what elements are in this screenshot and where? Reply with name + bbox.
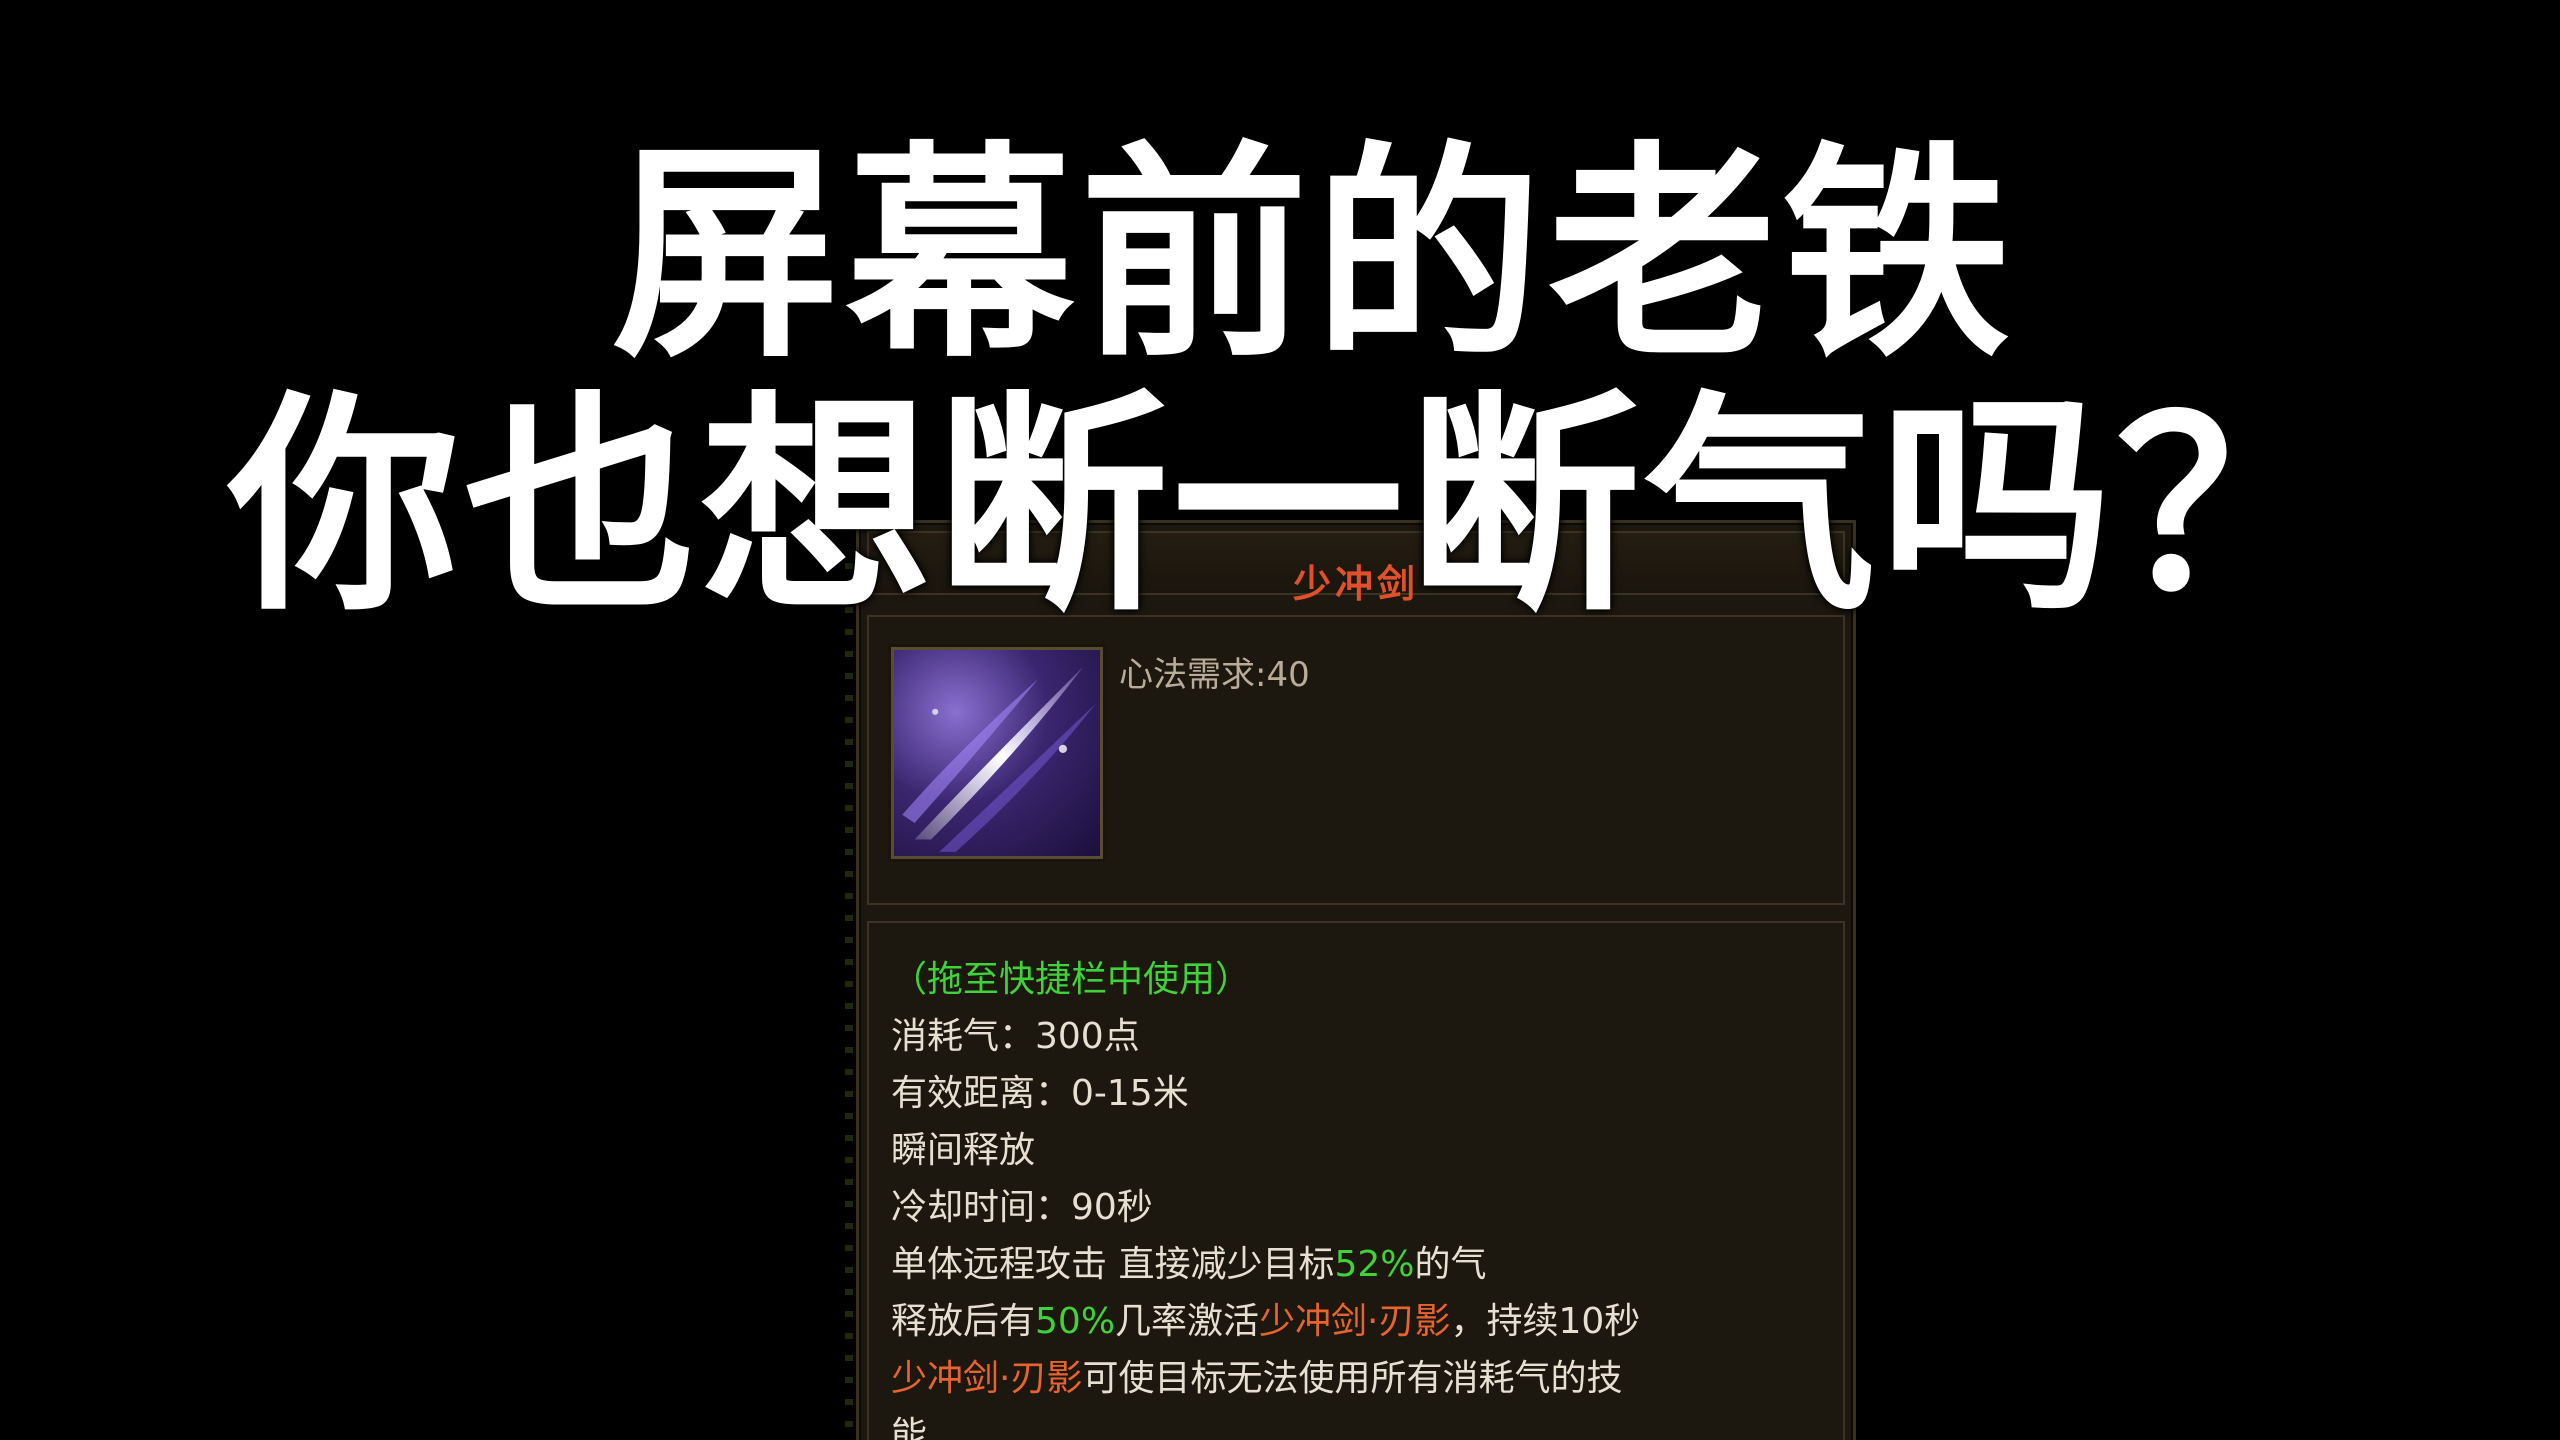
- effect-percent: 52%: [1334, 1244, 1415, 1285]
- effect-text: 释放后有: [891, 1301, 1036, 1342]
- effect-line-3: 少冲剑·刃影可使目标无法使用所有消耗气的技: [891, 1350, 1821, 1407]
- effect-text-end: 可使目标无法使用所有消耗气的技: [1082, 1358, 1623, 1399]
- effective-range: 有效距离：0-15米: [891, 1073, 1189, 1114]
- cooldown: 冷却时间：90秒: [891, 1187, 1153, 1228]
- qi-cost: 消耗气：300点: [891, 1016, 1140, 1057]
- effect-percent: 50%: [1035, 1301, 1116, 1342]
- skill-tooltip: 少冲剑 心法需求:40 （拖至快捷栏中使用） 消耗气：300点 有效距离：0-1…: [845, 520, 1856, 1440]
- sword-slash-graphic: [902, 666, 1096, 852]
- tooltip-header: 心法需求:40: [867, 615, 1845, 905]
- effect-text-end: 的气: [1414, 1244, 1487, 1285]
- tooltip-body: （拖至快捷栏中使用） 消耗气：300点 有效距离：0-15米 瞬间释放 冷却时间…: [867, 921, 1845, 1440]
- effect-line-1: 单体远程攻击 直接减少目标52%的气: [891, 1236, 1821, 1293]
- usage-hint: （拖至快捷栏中使用）: [891, 959, 1252, 1000]
- effect-text-mid: 几率激活: [1115, 1301, 1260, 1342]
- effect-line-2: 释放后有50%几率激活少冲剑·刃影，持续10秒: [891, 1293, 1821, 1350]
- skill-requirement: 心法需求:40: [1119, 655, 1310, 695]
- effect-line-4: 能: [891, 1415, 928, 1440]
- linked-skill-name: 少冲剑·刃影: [891, 1358, 1083, 1399]
- effect-text: 单体远程攻击 直接减少目标: [891, 1244, 1335, 1285]
- cast-type: 瞬间释放: [891, 1130, 1036, 1171]
- caption-line-2: 你也想断一断气吗？: [227, 372, 2352, 642]
- sword-slash-icon[interactable]: [891, 647, 1103, 859]
- effect-text-end: ，持续10秒: [1450, 1301, 1641, 1342]
- linked-skill-name: 少冲剑·刃影: [1259, 1301, 1451, 1342]
